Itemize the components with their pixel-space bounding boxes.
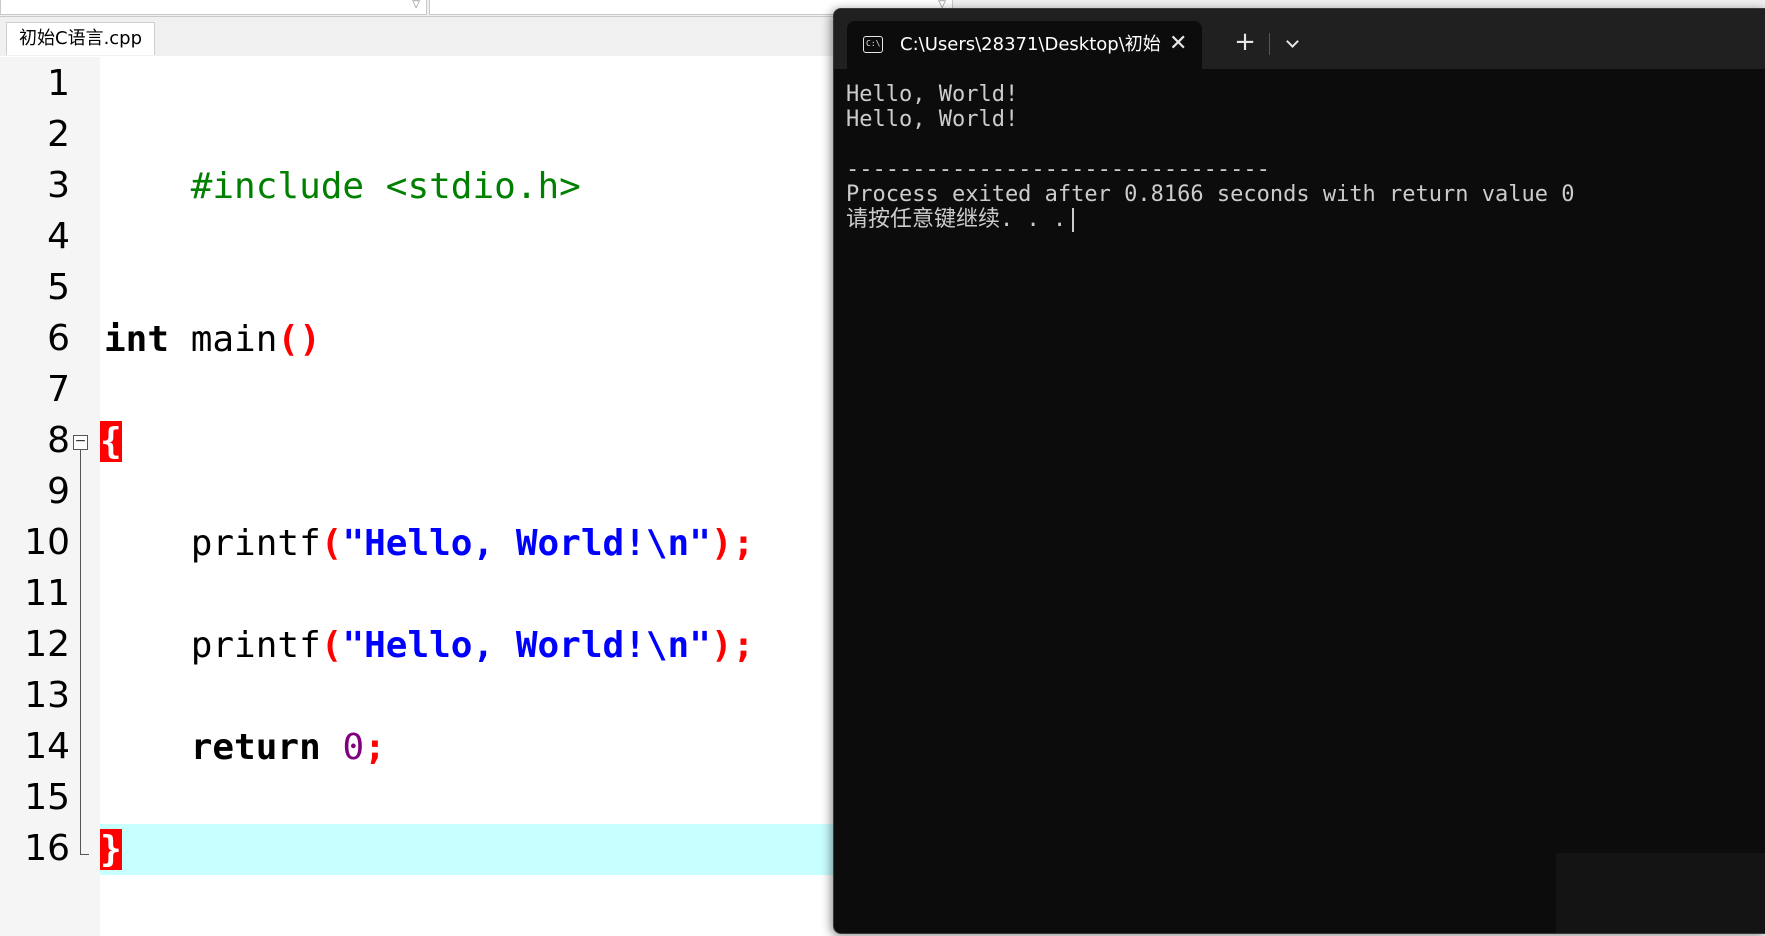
new-tab-button[interactable]: + [1229,21,1261,65]
terminal-icon: C:\ [863,36,883,53]
titlebar-divider [1269,33,1270,55]
fold-guide-end [80,854,89,855]
code-line-16: } [100,824,122,875]
close-paren-semicolon: ); [710,625,755,666]
terminal-tab[interactable]: C:\ C:\Users\28371\Desktop\初始 ✕ [847,21,1202,69]
fold-guide [80,450,81,854]
line-number: 1 [47,63,70,104]
keyword-int: int [104,319,170,360]
close-brace: } [100,829,122,870]
class-combo[interactable]: ▽ [0,0,427,15]
chevron-down-icon[interactable] [1278,21,1308,65]
preprocessor-include: #include <stdio.h> [190,166,581,207]
file-tab[interactable]: 初始C语言.cpp [6,22,156,55]
output-separator: -------------------------------- [846,157,1270,182]
open-paren: ( [320,523,343,564]
line-number: 11 [24,573,70,614]
code-line-8: { [100,416,122,467]
terminal-titlebar[interactable]: C:\ C:\Users\28371\Desktop\初始 ✕ + [834,9,1765,69]
chevron-down-icon[interactable]: ▽ [412,0,420,10]
line-number: 9 [47,471,70,512]
keyword-return: return [190,727,321,768]
string-literal: "Hello, World!\n" [342,523,711,564]
line-number: 5 [47,267,70,308]
code-line-12: printf("Hello, World!\n"); [104,620,755,671]
string-literal: "Hello, World!\n" [342,625,711,666]
open-brace: { [100,421,122,462]
line-number: 4 [47,216,70,257]
fold-collapse-icon[interactable]: − [73,434,88,450]
open-paren: ( [320,625,343,666]
output-line: Hello, World! [846,82,1019,107]
output-line: Hello, World! [846,107,1019,132]
line-number: 3 [47,165,70,206]
printf-call: printf [190,523,321,564]
code-line-6: int main() [104,314,321,365]
terminal-output[interactable]: Hello, World! Hello, World! ------------… [846,81,1746,921]
line-number: 7 [47,369,70,410]
semicolon: ; [364,727,386,768]
terminal-window[interactable]: C:\ C:\Users\28371\Desktop\初始 ✕ + Hello,… [833,8,1765,934]
code-editor[interactable]: #include <stdio.h> int main() { printf("… [100,57,840,936]
current-line-highlight [100,824,840,875]
line-number: 8 [47,420,70,461]
line-number: 6 [47,318,70,359]
close-icon[interactable]: ✕ [1169,21,1187,69]
line-number: 16 [24,828,70,869]
line-number-gutter: 1 2 3 4 5 6 7 8 9 10 11 12 13 14 15 16 − [0,57,100,936]
terminal-corner-shade [1556,853,1765,933]
terminal-tab-title: C:\Users\28371\Desktop\初始 [900,34,1161,55]
text-cursor [1072,208,1075,232]
line-number: 14 [24,726,70,767]
number-literal: 0 [342,727,365,768]
close-paren-semicolon: ); [710,523,755,564]
code-line-10: printf("Hello, World!\n"); [104,518,755,569]
press-any-key-prompt: 请按任意键继续. . . [846,207,1067,232]
line-number: 2 [47,114,70,155]
function-name: main [169,319,278,360]
line-number: 13 [24,675,70,716]
line-number: 10 [24,522,70,563]
code-line-14: return 0; [104,722,386,773]
line-number: 12 [24,624,70,665]
line-number: 15 [24,777,70,818]
editor-tab-strip: 初始C语言.cpp [0,17,840,56]
parentheses: () [277,319,321,360]
output-prompt-line: 请按任意键继续. . . [846,206,1075,234]
output-exit-status: Process exited after 0.8166 seconds with… [846,182,1575,207]
code-line-2: #include <stdio.h> [104,110,581,207]
printf-call: printf [190,625,321,666]
